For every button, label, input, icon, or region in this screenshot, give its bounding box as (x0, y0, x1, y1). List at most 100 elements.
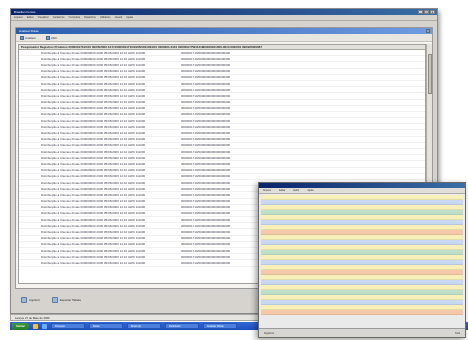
quicklaunch-icon[interactable] (32, 323, 38, 329)
menu-item[interactable]: Janela (115, 16, 123, 19)
row-code: 0000001710/0000000000000000000 (181, 50, 231, 55)
row-code: 0000001710/0000000000000000000 (181, 131, 231, 136)
row-description: Distribuição à Clientes Finais 000000000… (41, 254, 146, 259)
analyze-label: Analisar (25, 35, 36, 40)
inset-menu-item[interactable]: Editar (279, 189, 285, 192)
row-description: Distribuição à Clientes Finais 000000000… (41, 192, 146, 197)
row-code: 0000001710/0000000000000000000 (181, 192, 231, 197)
row-description: Distribuição à Clientes Finais 000000000… (41, 75, 146, 80)
row-description: Distribuição à Clientes Finais 000000000… (41, 137, 146, 142)
inset-footer-right: Total (454, 331, 460, 335)
analyze-button[interactable]: Analisar (20, 35, 36, 40)
row-description: Distribuição à Clientes Finais 000000000… (41, 236, 146, 241)
start-button[interactable]: Iniciar (12, 322, 29, 330)
row-code: 0000001710/0000000000000000000 (181, 211, 231, 216)
row-description: Distribuição à Clientes Finais 000000000… (41, 174, 146, 179)
row-description: Distribuição à Clientes Finais 000000000… (41, 93, 146, 98)
window-titlebar[interactable]: Brasilian Forces _ □ x (11, 9, 437, 15)
row-code: 0000001710/0000000000000000000 (181, 242, 231, 247)
maximize-button[interactable]: □ (424, 10, 429, 14)
row-description: Distribuição à Clientes Finais 000000000… (41, 168, 146, 173)
print-button[interactable]: Imprimir (21, 297, 40, 303)
row-description: Distribuição à Clientes Finais 000000000… (41, 112, 146, 117)
row-description: Distribuição à Clientes Finais 000000000… (41, 118, 146, 123)
row-code: 0000001710/0000000000000000000 (181, 186, 231, 191)
menu-item[interactable]: Ajuda (126, 16, 133, 19)
inset-grid (261, 195, 463, 327)
inset-menu-item[interactable]: Exibir (293, 189, 299, 192)
export-icon (51, 297, 58, 303)
row-description: Distribuição à Clientes Finais 000000000… (41, 149, 146, 154)
row-description: Distribuição à Clientes Finais 000000000… (41, 248, 146, 253)
row-description: Distribuição à Clientes Finais 000000000… (41, 56, 146, 61)
taskbar-item[interactable]: Pessoas (50, 323, 85, 329)
row-code: 0000001710/0000000000000000000 (181, 93, 231, 98)
print-icon (21, 297, 27, 303)
row-code: 0000001710/0000000000000000000 (181, 118, 231, 123)
row-description: Distribuição à Clientes Finais 000000000… (41, 205, 146, 210)
panel-close-button[interactable]: × (426, 29, 430, 33)
row-code: 0000001710/0000000000000000000 (181, 236, 231, 241)
row-code: 0000001710/0000000000000000000 (181, 112, 231, 117)
row-code: 0000001710/0000000000000000000 (181, 248, 231, 253)
row-code: 0000001710/0000000000000000000 (181, 69, 231, 74)
menu-item[interactable]: Relatórios (84, 16, 96, 19)
row-code: 0000001710/0000000000000000000 (181, 223, 231, 228)
window-controls: _ □ x (418, 10, 435, 14)
row-code: 0000001710/0000000000000000000 (181, 260, 231, 265)
row-code: 0000001710/0000000000000000000 (181, 180, 231, 185)
row-description: Distribuição à Clientes Finais 000000000… (41, 50, 146, 55)
menu-item[interactable]: Arquivo (14, 16, 23, 19)
row-description: Distribuição à Clientes Finais 000000000… (41, 69, 146, 74)
taskbar-item[interactable]: Analisar Rotas (202, 323, 237, 329)
row-code: 0000001710/0000000000000000000 (181, 87, 231, 92)
close-button[interactable]: x (430, 10, 435, 14)
row-description: Distribuição à Clientes Finais 000000000… (41, 161, 146, 166)
row-description: Distribuição à Clientes Finais 000000000… (41, 62, 146, 67)
menu-item[interactable]: Cadastros (53, 16, 65, 19)
inset-window: Arquivo Editar Exibir Ajuda Registros To… (258, 182, 466, 338)
taskbar-item[interactable]: Rotas (88, 323, 123, 329)
row-description: Distribuição à Clientes Finais 000000000… (41, 87, 146, 92)
inset-menu-item[interactable]: Arquivo (263, 189, 271, 192)
row-code: 0000001710/0000000000000000000 (181, 199, 231, 204)
row-description: Distribuição à Clientes Finais 000000000… (41, 260, 146, 265)
menu-item[interactable]: Editar (27, 16, 34, 19)
window-title: Brasilian Forces (14, 10, 36, 14)
menu-item[interactable]: Visualizar (38, 16, 49, 19)
row-description: Distribuição à Clientes Finais 000000000… (41, 211, 146, 216)
taskbar-item[interactable]: Brasil (1) (126, 323, 161, 329)
taskbar-item[interactable]: Relatórios (164, 323, 199, 329)
row-code: 0000001710/0000000000000000000 (181, 106, 231, 111)
row-description: Distribuição à Clientes Finais 000000000… (41, 186, 146, 191)
inset-menu-item[interactable]: Ajuda (307, 189, 313, 192)
row-code: 0000001710/0000000000000000000 (181, 56, 231, 61)
inset-menu-bar: Arquivo Editar Exibir Ajuda (259, 188, 465, 194)
row-description: Distribuição à Clientes Finais 000000000… (41, 199, 146, 204)
quicklaunch-icon[interactable] (41, 323, 47, 329)
row-description: Distribuição à Clientes Finais 000000000… (41, 242, 146, 247)
row-code: 0000001710/0000000000000000000 (181, 205, 231, 210)
inset-footer: Registros Total (259, 328, 465, 337)
scrollbar-thumb[interactable] (428, 54, 432, 94)
row-code: 0000001710/0000000000000000000 (181, 155, 231, 160)
export-table-button[interactable]: Exportar Tabela (51, 297, 81, 303)
row-code: 0000001710/0000000000000000000 (181, 217, 231, 222)
inset-row[interactable] (261, 310, 463, 315)
row-code: 0000001710/0000000000000000000 (181, 168, 231, 173)
panel-title: Analisar Rotas (19, 29, 39, 33)
analyze-icon (20, 35, 24, 40)
menu-item[interactable]: Utilitários (100, 16, 111, 19)
inset-footer-left: Registros (264, 331, 275, 335)
open-button[interactable]: Abrir (45, 35, 57, 40)
row-description: Distribuição à Clientes Finais 000000000… (41, 100, 146, 105)
minimize-button[interactable]: _ (418, 10, 423, 14)
row-code: 0000001710/0000000000000000000 (181, 143, 231, 148)
panel-titlebar[interactable]: Analisar Rotas × (16, 28, 432, 34)
row-code: 0000001710/0000000000000000000 (181, 174, 231, 179)
row-code: 0000001710/0000000000000000000 (181, 81, 231, 86)
open-icon (45, 35, 50, 40)
menu-item[interactable]: Consultas (69, 16, 81, 19)
row-description: Distribuição à Clientes Finais 000000000… (41, 217, 146, 222)
row-code: 0000001710/0000000000000000000 (181, 161, 231, 166)
